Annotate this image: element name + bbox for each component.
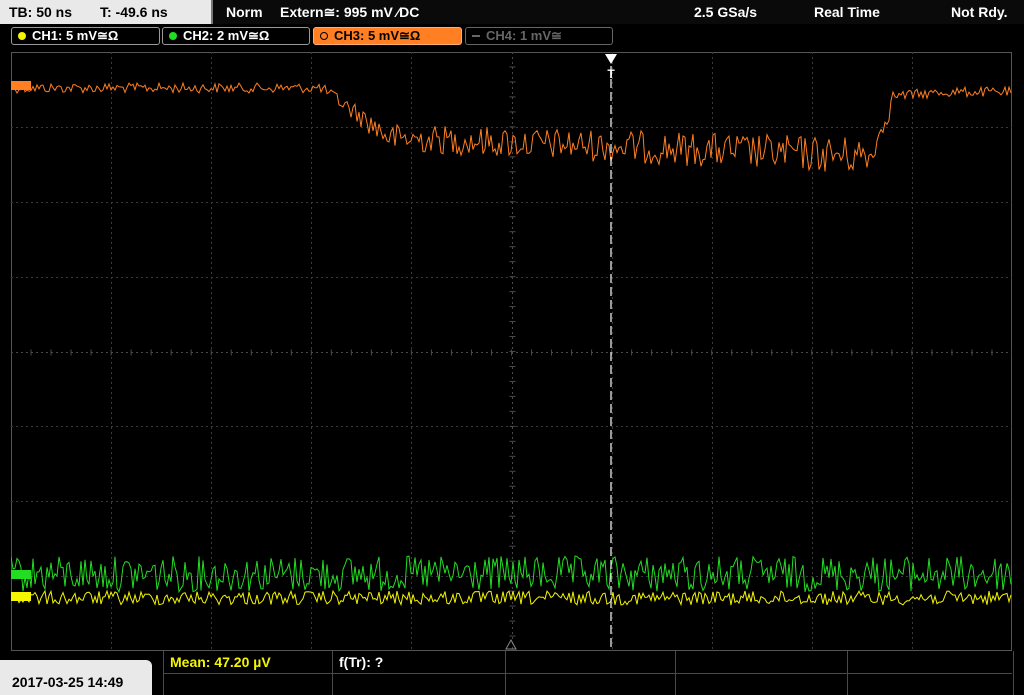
run-status: Not Rdy. [951,4,1008,20]
ch3-indicator-icon [320,32,328,40]
mean-value: Mean: 47.20 µV [170,654,271,670]
trigger-position-icon[interactable] [605,54,617,64]
ch2-indicator-icon [169,32,177,40]
trigger-mode[interactable]: Norm [226,4,263,20]
channel-tab-ch2[interactable]: CH2: 2 mV≅Ω [162,27,310,45]
sample-rate[interactable]: 2.5 GSa/s [694,4,757,20]
time-reference-icon [505,638,517,650]
ch3-offset-marker-icon[interactable] [11,81,31,90]
ch1-indicator-icon [18,32,26,40]
channel-label: CH2: 2 mV≅Ω [183,28,270,43]
waveform-display[interactable]: T [11,52,1012,651]
trigger-offset-value[interactable]: T: -49.6 ns [100,4,168,20]
channel-label: CH3: 5 mV≅Ω [334,28,421,43]
status-bar: TB: 50 ns T: -49.6 ns Norm Extern≅: 995 … [0,0,1024,24]
timebase-value[interactable]: TB: 50 ns [9,4,72,20]
measurement-divider [163,673,1012,674]
bottom-bar: 2017-03-25 14:49 Mean: 47.20 µV f(Tr): ? [0,651,1024,695]
ch1-waveform [11,589,1012,607]
channel-tab-ch4[interactable]: CH4: 1 mV≅ [465,27,613,45]
datetime: 2017-03-25 14:49 [12,674,124,690]
acquisition-mode[interactable]: Real Time [814,4,880,20]
datetime-panel: 2017-03-25 14:49 [0,660,152,695]
channel-bar: CH1: 5 mV≅Ω CH2: 2 mV≅Ω CH3: 5 mV≅Ω CH4:… [0,24,1024,48]
channel-label: CH1: 5 mV≅Ω [32,28,119,43]
channel-tab-ch1[interactable]: CH1: 5 mV≅Ω [11,27,160,45]
ch4-off-icon [472,35,480,37]
freq-value: f(Tr): ? [339,654,384,670]
ch2-offset-marker-icon[interactable] [11,570,31,579]
channel-tab-ch3[interactable]: CH3: 5 mV≅Ω [313,27,462,45]
channel-label: CH4: 1 mV≅ [486,28,562,43]
trigger-marker-label: T [607,67,615,81]
trigger-source[interactable]: Extern≅: 995 mV ⁄DC [280,4,419,21]
timebase-panel[interactable]: TB: 50 ns T: -49.6 ns [0,0,213,24]
ch1-offset-marker-icon[interactable] [11,592,31,601]
graticule [11,52,1012,651]
